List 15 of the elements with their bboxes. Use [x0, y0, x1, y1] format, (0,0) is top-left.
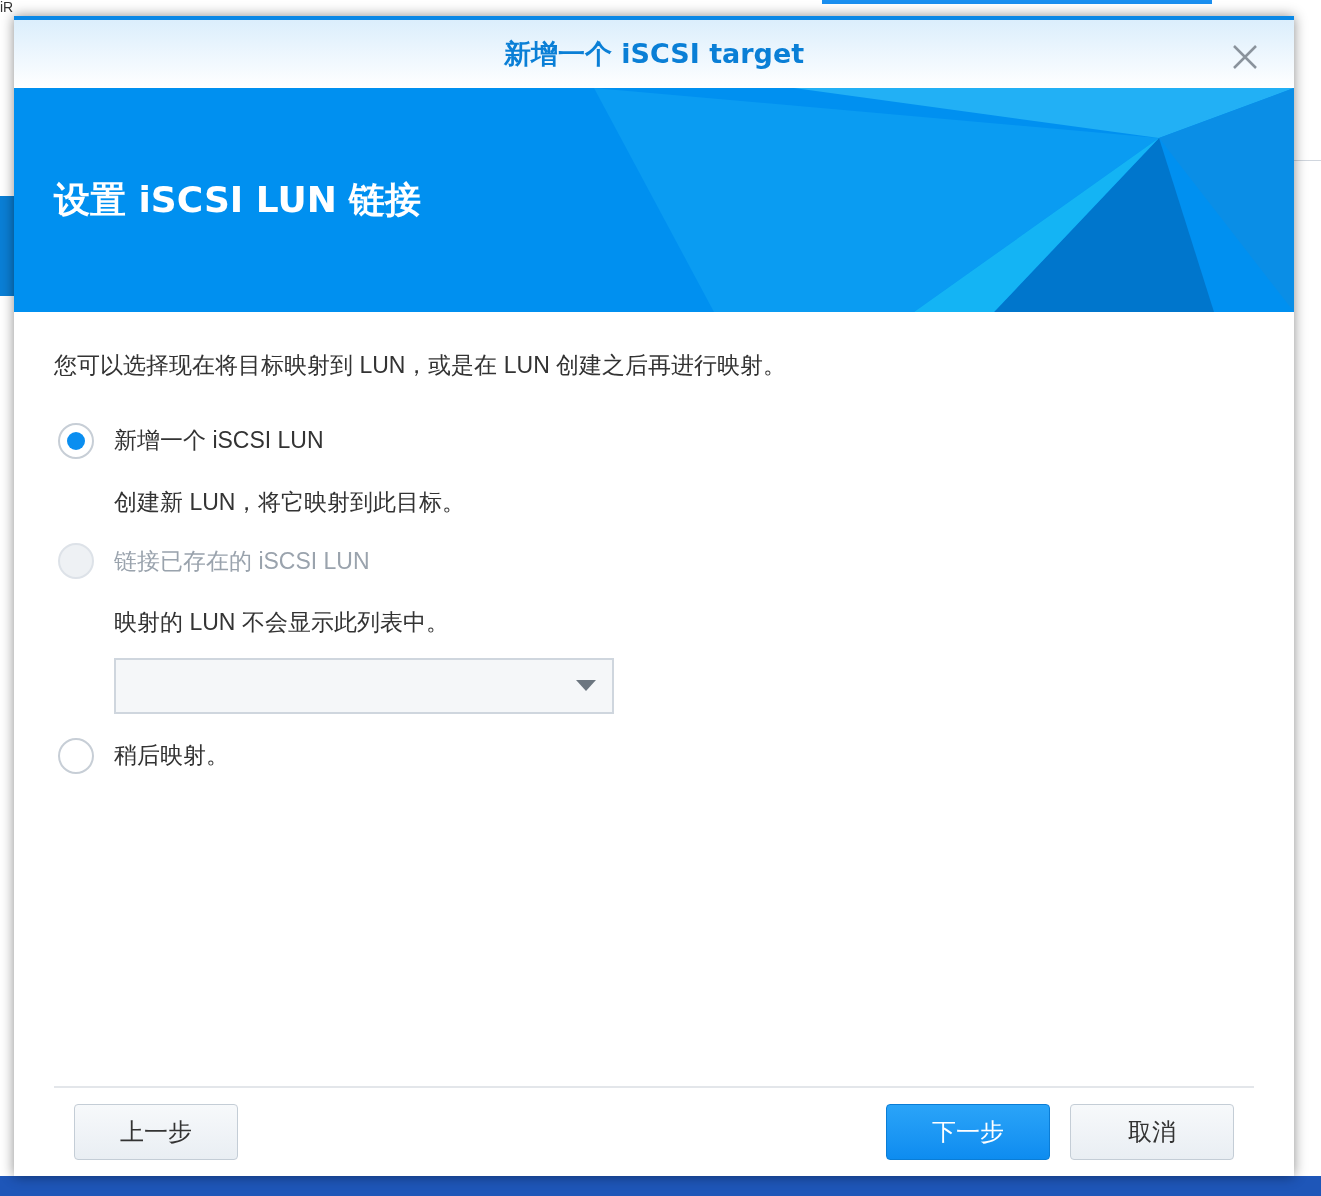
- close-icon[interactable]: [1232, 44, 1258, 70]
- radio-label[interactable]: 稍后映射。: [114, 738, 229, 773]
- dialog-button[interactable]: 取消: [1070, 1104, 1234, 1160]
- radio-label[interactable]: 新增一个 iSCSI LUN: [114, 423, 324, 458]
- caret-icon: [576, 680, 596, 691]
- background-text: iR: [0, 0, 14, 14]
- lun-dropdown[interactable]: [114, 657, 614, 714]
- dialog-button[interactable]: 上一步: [74, 1104, 238, 1160]
- window-title: 新增一个 iSCSI target: [503, 36, 805, 71]
- radio-button[interactable]: [58, 422, 94, 459]
- radio-button[interactable]: [58, 737, 94, 774]
- intro-text: 您可以选择现在将目标映射到 LUN，或是在 LUN 创建之后再进行映射。: [54, 351, 788, 380]
- option-description: 创建新 LUN，将它映射到此目标。: [114, 487, 467, 517]
- page-heading: 设置 iSCSI LUN 链接: [54, 178, 422, 222]
- option-description: 映射的 LUN 不会显示此列表中。: [114, 608, 450, 637]
